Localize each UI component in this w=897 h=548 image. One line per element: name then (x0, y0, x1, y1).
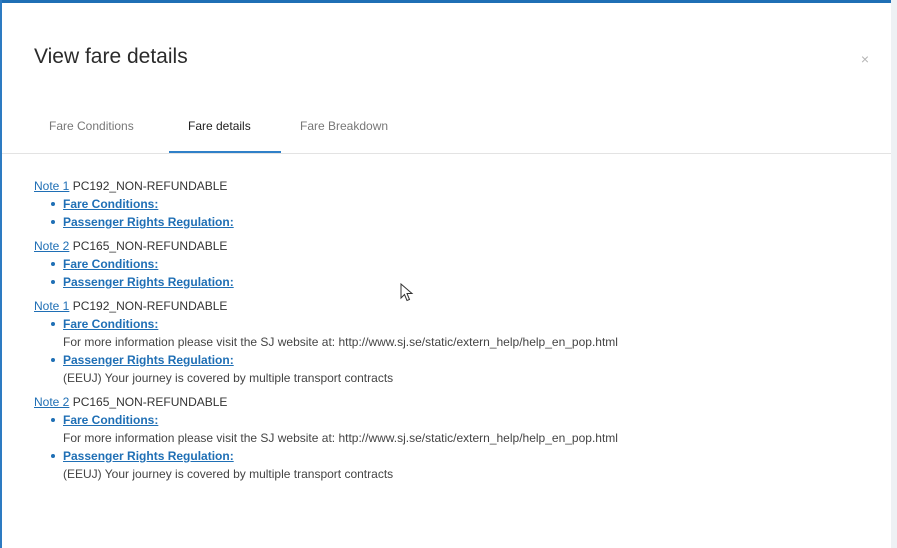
bullet-icon (51, 202, 55, 206)
list-item: Passenger Rights Regulation: (49, 273, 874, 291)
list-item: Fare Conditions: For more information pl… (49, 411, 874, 447)
bullet-icon (51, 220, 55, 224)
note-block: Note 2 PC165_NON-REFUNDABLE Fare Conditi… (34, 393, 874, 483)
list-item: Fare Conditions: (49, 255, 874, 273)
fare-conditions-description: For more information please visit the SJ… (63, 335, 618, 349)
note-block: Note 1 PC192_NON-REFUNDABLE Fare Conditi… (34, 297, 874, 387)
note-code: PC192_NON-REFUNDABLE (72, 179, 228, 193)
passenger-rights-link[interactable]: Passenger Rights Regulation: (63, 215, 234, 229)
active-tab-indicator (169, 151, 281, 153)
passenger-rights-description: (EEUJ) Your journey is covered by multip… (63, 467, 394, 481)
note-code: PC165_NON-REFUNDABLE (72, 395, 228, 409)
passenger-rights-description: (EEUJ) Your journey is covered by multip… (63, 371, 394, 385)
scrollbar-track[interactable] (891, 0, 897, 548)
bullet-icon (51, 280, 55, 284)
tab-fare-conditions[interactable]: Fare Conditions (49, 119, 134, 133)
bullet-icon (51, 454, 55, 458)
fare-conditions-link[interactable]: Fare Conditions: (63, 197, 158, 211)
note-link[interactable]: Note 2 (34, 239, 69, 253)
note-link[interactable]: Note 1 (34, 299, 69, 313)
passenger-rights-link[interactable]: Passenger Rights Regulation: (63, 449, 234, 463)
bullet-icon (51, 262, 55, 266)
fare-conditions-link[interactable]: Fare Conditions: (63, 413, 158, 427)
note-link[interactable]: Note 2 (34, 395, 69, 409)
dialog-title: View fare details (34, 45, 188, 68)
bullet-icon (51, 418, 55, 422)
tab-fare-details[interactable]: Fare details (188, 119, 251, 133)
close-icon[interactable]: × (861, 51, 869, 67)
passenger-rights-link[interactable]: Passenger Rights Regulation: (63, 275, 234, 289)
note-block: Note 1 PC192_NON-REFUNDABLE Fare Conditi… (34, 177, 874, 231)
mouse-pointer-icon (400, 283, 414, 302)
list-item: Passenger Rights Regulation: (EEUJ) Your… (49, 447, 874, 483)
bullet-icon (51, 322, 55, 326)
list-item: Passenger Rights Regulation: (49, 213, 874, 231)
list-item: Fare Conditions: For more information pl… (49, 315, 874, 351)
bullet-icon (51, 358, 55, 362)
note-code: PC165_NON-REFUNDABLE (72, 239, 228, 253)
list-item: Fare Conditions: (49, 195, 874, 213)
fare-conditions-link[interactable]: Fare Conditions: (63, 317, 158, 331)
note-block: Note 2 PC165_NON-REFUNDABLE Fare Conditi… (34, 237, 874, 291)
fare-conditions-description: For more information please visit the SJ… (63, 431, 618, 445)
passenger-rights-link[interactable]: Passenger Rights Regulation: (63, 353, 234, 367)
fare-details-dialog: View fare details × Fare Conditions Fare… (2, 3, 891, 548)
tab-bar: Fare Conditions Fare details Fare Breakd… (2, 107, 891, 154)
note-link[interactable]: Note 1 (34, 179, 69, 193)
note-code: PC192_NON-REFUNDABLE (72, 299, 228, 313)
tab-fare-breakdown[interactable]: Fare Breakdown (300, 119, 388, 133)
fare-notes-content: Note 1 PC192_NON-REFUNDABLE Fare Conditi… (34, 177, 874, 489)
list-item: Passenger Rights Regulation: (EEUJ) Your… (49, 351, 874, 387)
fare-conditions-link[interactable]: Fare Conditions: (63, 257, 158, 271)
